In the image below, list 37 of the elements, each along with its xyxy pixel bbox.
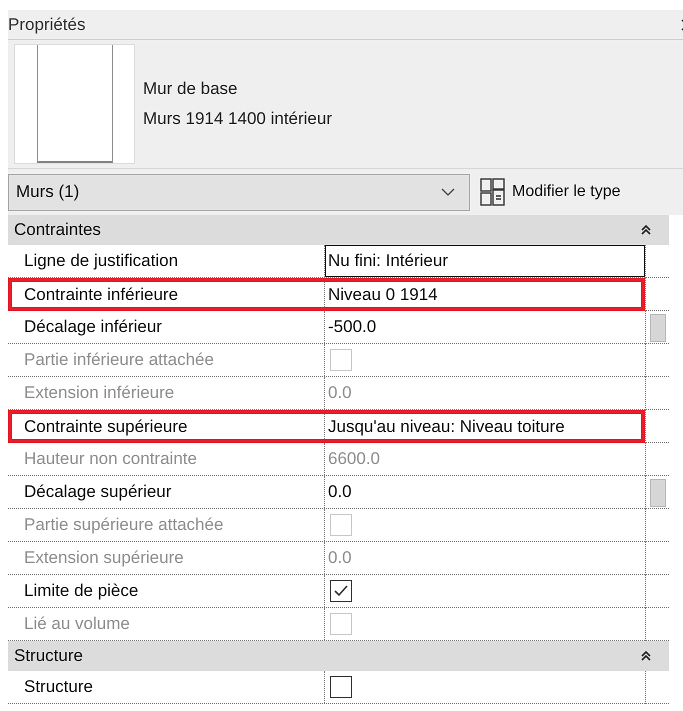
property-label: Décalage inférieur xyxy=(8,311,325,343)
property-value[interactable]: 0.0 xyxy=(328,482,352,502)
property-label: Extension inférieure xyxy=(8,377,325,409)
property-label: Contrainte inférieure xyxy=(12,282,325,307)
family-name: Mur de base xyxy=(143,78,238,100)
property-value: 6600.0 xyxy=(328,449,380,469)
value-field[interactable]: Nu fini: Intérieur xyxy=(325,245,645,277)
category-dropdown[interactable]: Murs (1) xyxy=(8,174,470,210)
section-header[interactable]: Contraintes xyxy=(8,215,669,245)
scroll-handle[interactable] xyxy=(650,479,666,507)
property-label: Lié au volume xyxy=(8,608,325,640)
property-label: Ligne de justification xyxy=(8,245,325,277)
edit-type-button[interactable]: Modifier le type xyxy=(480,178,620,206)
checkbox[interactable] xyxy=(330,580,352,602)
edit-type-icon[interactable] xyxy=(480,178,506,206)
section-header[interactable]: Structure xyxy=(8,641,669,671)
type-name: Murs 1914 1400 intérieur xyxy=(143,108,332,130)
property-label: Limite de pièce xyxy=(8,575,325,607)
scroll-handle[interactable] xyxy=(650,314,666,342)
property-value[interactable]: -500.0 xyxy=(328,317,376,337)
property-value: 0.0 xyxy=(328,548,352,568)
property-label: Décalage supérieur xyxy=(8,476,325,508)
property-label: Extension supérieure xyxy=(8,542,325,574)
property-value[interactable]: Niveau 0 1914 xyxy=(328,284,438,304)
property-value: 0.0 xyxy=(328,383,352,403)
chevron-down-icon[interactable] xyxy=(441,188,455,196)
checkbox[interactable] xyxy=(330,676,352,698)
property-label: Structure xyxy=(8,671,325,703)
property-value[interactable]: Nu fini: Intérieur xyxy=(328,251,448,271)
panel-title: Propriétés xyxy=(8,14,86,34)
collapse-icon[interactable] xyxy=(641,224,651,236)
collapse-icon[interactable] xyxy=(641,650,651,662)
property-label: Contrainte supérieure xyxy=(12,414,325,439)
property-label: Hauteur non contrainte xyxy=(8,443,325,475)
property-value[interactable]: Jusqu'au niveau: Niveau toiture xyxy=(328,416,565,436)
property-label: Partie supérieure attachée xyxy=(8,509,325,541)
property-label: Partie inférieure attachée xyxy=(8,344,325,376)
